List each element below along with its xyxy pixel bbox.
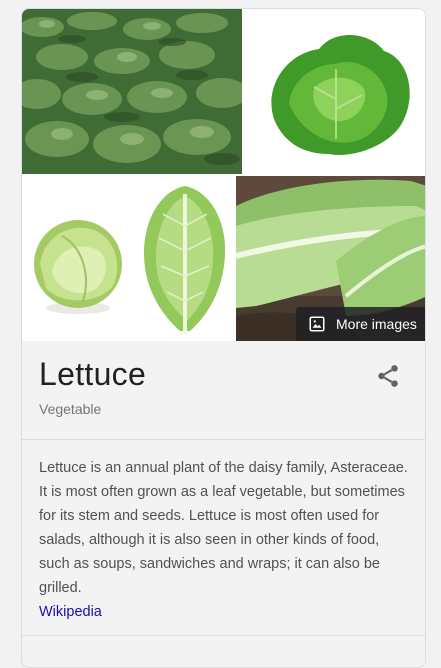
image-lettuce-field[interactable] <box>22 9 242 174</box>
more-images-label: More images <box>336 316 417 332</box>
divider <box>22 635 425 636</box>
image-iceberg-lettuce[interactable] <box>22 176 133 341</box>
divider <box>22 439 425 440</box>
image-green-leaf-lettuce[interactable] <box>244 9 425 174</box>
description-text: Lettuce is an annual plant of the daisy … <box>39 460 408 596</box>
entity-header: Lettuce Vegetable <box>22 341 425 439</box>
image-romaine-lettuce[interactable]: More images <box>236 176 425 341</box>
more-images-button[interactable]: More images <box>296 307 425 341</box>
image-icon <box>309 316 325 332</box>
entity-title: Lettuce <box>39 356 147 392</box>
image-lettuce-leaf[interactable] <box>135 176 234 341</box>
share-icon[interactable] <box>375 363 401 389</box>
entity-subtitle: Vegetable <box>39 401 102 417</box>
knowledge-panel: More images Lettuce Vegetable Lettuce is… <box>21 8 426 668</box>
wikipedia-link[interactable]: Wikipedia <box>39 604 102 620</box>
image-grid: More images <box>22 9 425 341</box>
entity-description: Lettuce is an annual plant of the daisy … <box>39 456 411 624</box>
